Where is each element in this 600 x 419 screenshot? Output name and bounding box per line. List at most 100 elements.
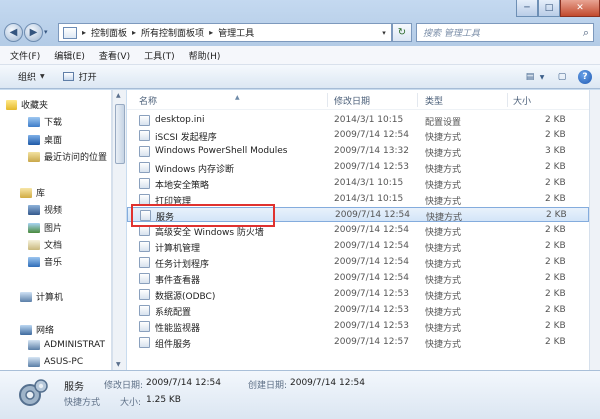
chevron-right-icon[interactable]: ▸ [130,28,138,37]
nav-libraries[interactable]: 库 [20,186,45,199]
navigation-pane: 收藏夹 下载 桌面 最近访问的位置 库 视频 图片 文档 音乐 计算机 网络 A… [0,90,112,370]
menu-view[interactable]: 查看(V) [99,49,130,62]
close-button[interactable]: ✕ [560,0,600,17]
breadcrumb-control-panel[interactable]: 控制面板 [88,26,130,39]
file-name: Windows 内存诊断 [155,165,235,175]
file-row[interactable]: Windows PowerShell Modules 2009/7/14 13:… [127,144,589,159]
nav-item-recent[interactable]: 最近访问的位置 [28,150,107,163]
odbc-icon [139,289,150,300]
search-placeholder: 搜索 管理工具 [423,29,480,39]
menu-edit[interactable]: 编辑(E) [54,49,85,62]
performance-monitor-icon [139,321,150,332]
file-name: 任务计划程序 [155,260,210,270]
scroll-down-icon[interactable]: ▼ [116,361,121,368]
maximize-button[interactable]: □ [538,0,560,17]
search-input[interactable]: 搜索 管理工具 ⌕ [416,23,594,42]
nav-item-videos[interactable]: 视频 [28,203,62,216]
column-divider[interactable] [507,93,508,107]
command-bar: 组织 ▼ 打开 ▤ ▼ ▢ ? [0,65,600,89]
menu-tools[interactable]: 工具(T) [144,49,175,62]
navigation-scrollbar[interactable]: ▲ ▼ [112,90,126,370]
file-row[interactable]: desktop.ini 2014/3/1 10:15 配置设置 2 KB [127,113,589,128]
nav-computer-label: 计算机 [36,293,64,303]
nav-item-documents[interactable]: 文档 [28,238,62,251]
file-row[interactable]: 数据源(ODBC) 2009/7/14 12:53 快捷方式 2 KB [127,287,589,302]
file-row[interactable]: 性能监视器 2009/7/14 12:53 快捷方式 2 KB [127,319,589,334]
file-row[interactable]: 系统配置 2009/7/14 12:53 快捷方式 2 KB [127,303,589,318]
view-controls: ▤ ▼ ▢ ? [514,70,592,84]
file-type: 快捷方式 [425,181,462,191]
forward-button[interactable]: ▶ [24,23,43,42]
column-type[interactable]: 类型 [425,94,443,107]
preview-pane-icon[interactable]: ▢ [554,70,570,84]
file-date: 2014/3/1 10:15 [334,194,404,204]
organize-button[interactable]: 组织 ▼ [18,70,45,83]
address-dropdown-icon[interactable]: ▾ [377,29,391,37]
column-size[interactable]: 大小 [513,94,531,107]
nav-computer[interactable]: 计算机 [20,290,63,303]
file-date: 2014/3/1 10:15 [334,115,404,125]
recent-places-icon [28,151,40,162]
nav-network[interactable]: 网络 [20,323,54,336]
menu-file[interactable]: 文件(F) [10,49,40,62]
file-list: ▲ 名称 修改日期 类型 大小 desktop.ini 2014/3/1 10:… [127,90,589,370]
file-row[interactable]: iSCSI 发起程序 2009/7/14 12:54 快捷方式 2 KB [127,128,589,143]
view-dropdown-icon[interactable]: ▼ [538,70,546,84]
computer-management-icon [139,241,150,252]
file-type: 快捷方式 [425,260,462,270]
file-row[interactable]: 任务计划程序 2009/7/14 12:54 快捷方式 2 KB [127,255,589,270]
file-type: 快捷方式 [425,228,462,238]
chevron-right-icon[interactable]: ▸ [80,28,88,37]
recent-pages-dropdown[interactable]: ▾ [44,28,48,36]
iscsi-icon [139,130,150,141]
search-icon[interactable]: ⌕ [583,26,589,40]
nav-item-label: ASUS-PC [44,357,84,367]
open-button[interactable]: 打开 [62,70,97,83]
nav-item-downloads[interactable]: 下载 [28,115,62,128]
file-row[interactable]: 事件查看器 2009/7/14 12:54 快捷方式 2 KB [127,271,589,286]
file-size: 2 KB [545,178,566,188]
sort-arrow-icon: ▲ [235,94,240,101]
column-date[interactable]: 修改日期 [334,94,370,107]
breadcrumb-all-items[interactable]: 所有控制面板项 [138,26,207,39]
file-name: iSCSI 发起程序 [155,133,217,143]
file-size: 2 KB [545,241,566,251]
nav-item-desktop[interactable]: 桌面 [28,133,62,146]
file-row[interactable]: Windows 内存诊断 2009/7/14 12:53 快捷方式 2 KB [127,160,589,175]
column-divider[interactable] [417,93,418,107]
address-bar[interactable]: ▸ 控制面板 ▸ 所有控制面板项 ▸ 管理工具 ▾ [58,23,392,42]
change-view-icon[interactable]: ▤ [522,70,538,84]
file-row[interactable]: 组件服务 2009/7/14 12:57 快捷方式 2 KB [127,335,589,350]
nav-item-music[interactable]: 音乐 [28,255,62,268]
file-size: 2 KB [545,162,566,172]
file-row[interactable]: 计算机管理 2009/7/14 12:54 快捷方式 2 KB [127,239,589,254]
refresh-button[interactable]: ↻ [392,23,412,42]
file-row[interactable]: 本地安全策略 2014/3/1 10:15 快捷方式 2 KB [127,176,589,191]
highlight-box [131,204,275,227]
back-button[interactable]: ◀ [4,23,23,42]
breadcrumb-admin-tools[interactable]: 管理工具 [215,26,257,39]
services-gear-icon [19,379,48,406]
help-icon[interactable]: ? [578,70,592,84]
nav-item-network-pc[interactable]: ASUS-PC [28,357,83,367]
menu-help[interactable]: 帮助(H) [189,49,221,62]
column-divider[interactable] [327,93,328,107]
minimize-button[interactable]: ─ [516,0,538,17]
file-date: 2009/7/14 12:53 [334,305,409,315]
file-date: 2009/7/14 12:54 [334,273,409,283]
nav-favorites[interactable]: 收藏夹 [6,98,48,111]
settings-file-icon [139,115,150,126]
chevron-right-icon[interactable]: ▸ [207,28,215,37]
nav-item-pictures[interactable]: 图片 [28,221,62,234]
nav-item-network-pc[interactable]: ADMINISTRAT [28,340,105,350]
file-size: 2 KB [545,321,566,331]
file-type: 快捷方式 [425,292,462,302]
scroll-thumb[interactable] [115,104,125,164]
file-list-scrollbar[interactable] [589,90,600,370]
explorer-window: ─ □ ✕ ◀ ▶ ▾ ▸ 控制面板 ▸ 所有控制面板项 ▸ 管理工具 ▾ ↻ … [0,0,600,419]
column-name[interactable]: 名称 [139,94,157,107]
file-size: 3 KB [545,146,566,156]
file-type: 快捷方式 [425,276,462,286]
file-date: 2009/7/14 12:53 [334,289,409,299]
scroll-up-icon[interactable]: ▲ [116,92,121,99]
